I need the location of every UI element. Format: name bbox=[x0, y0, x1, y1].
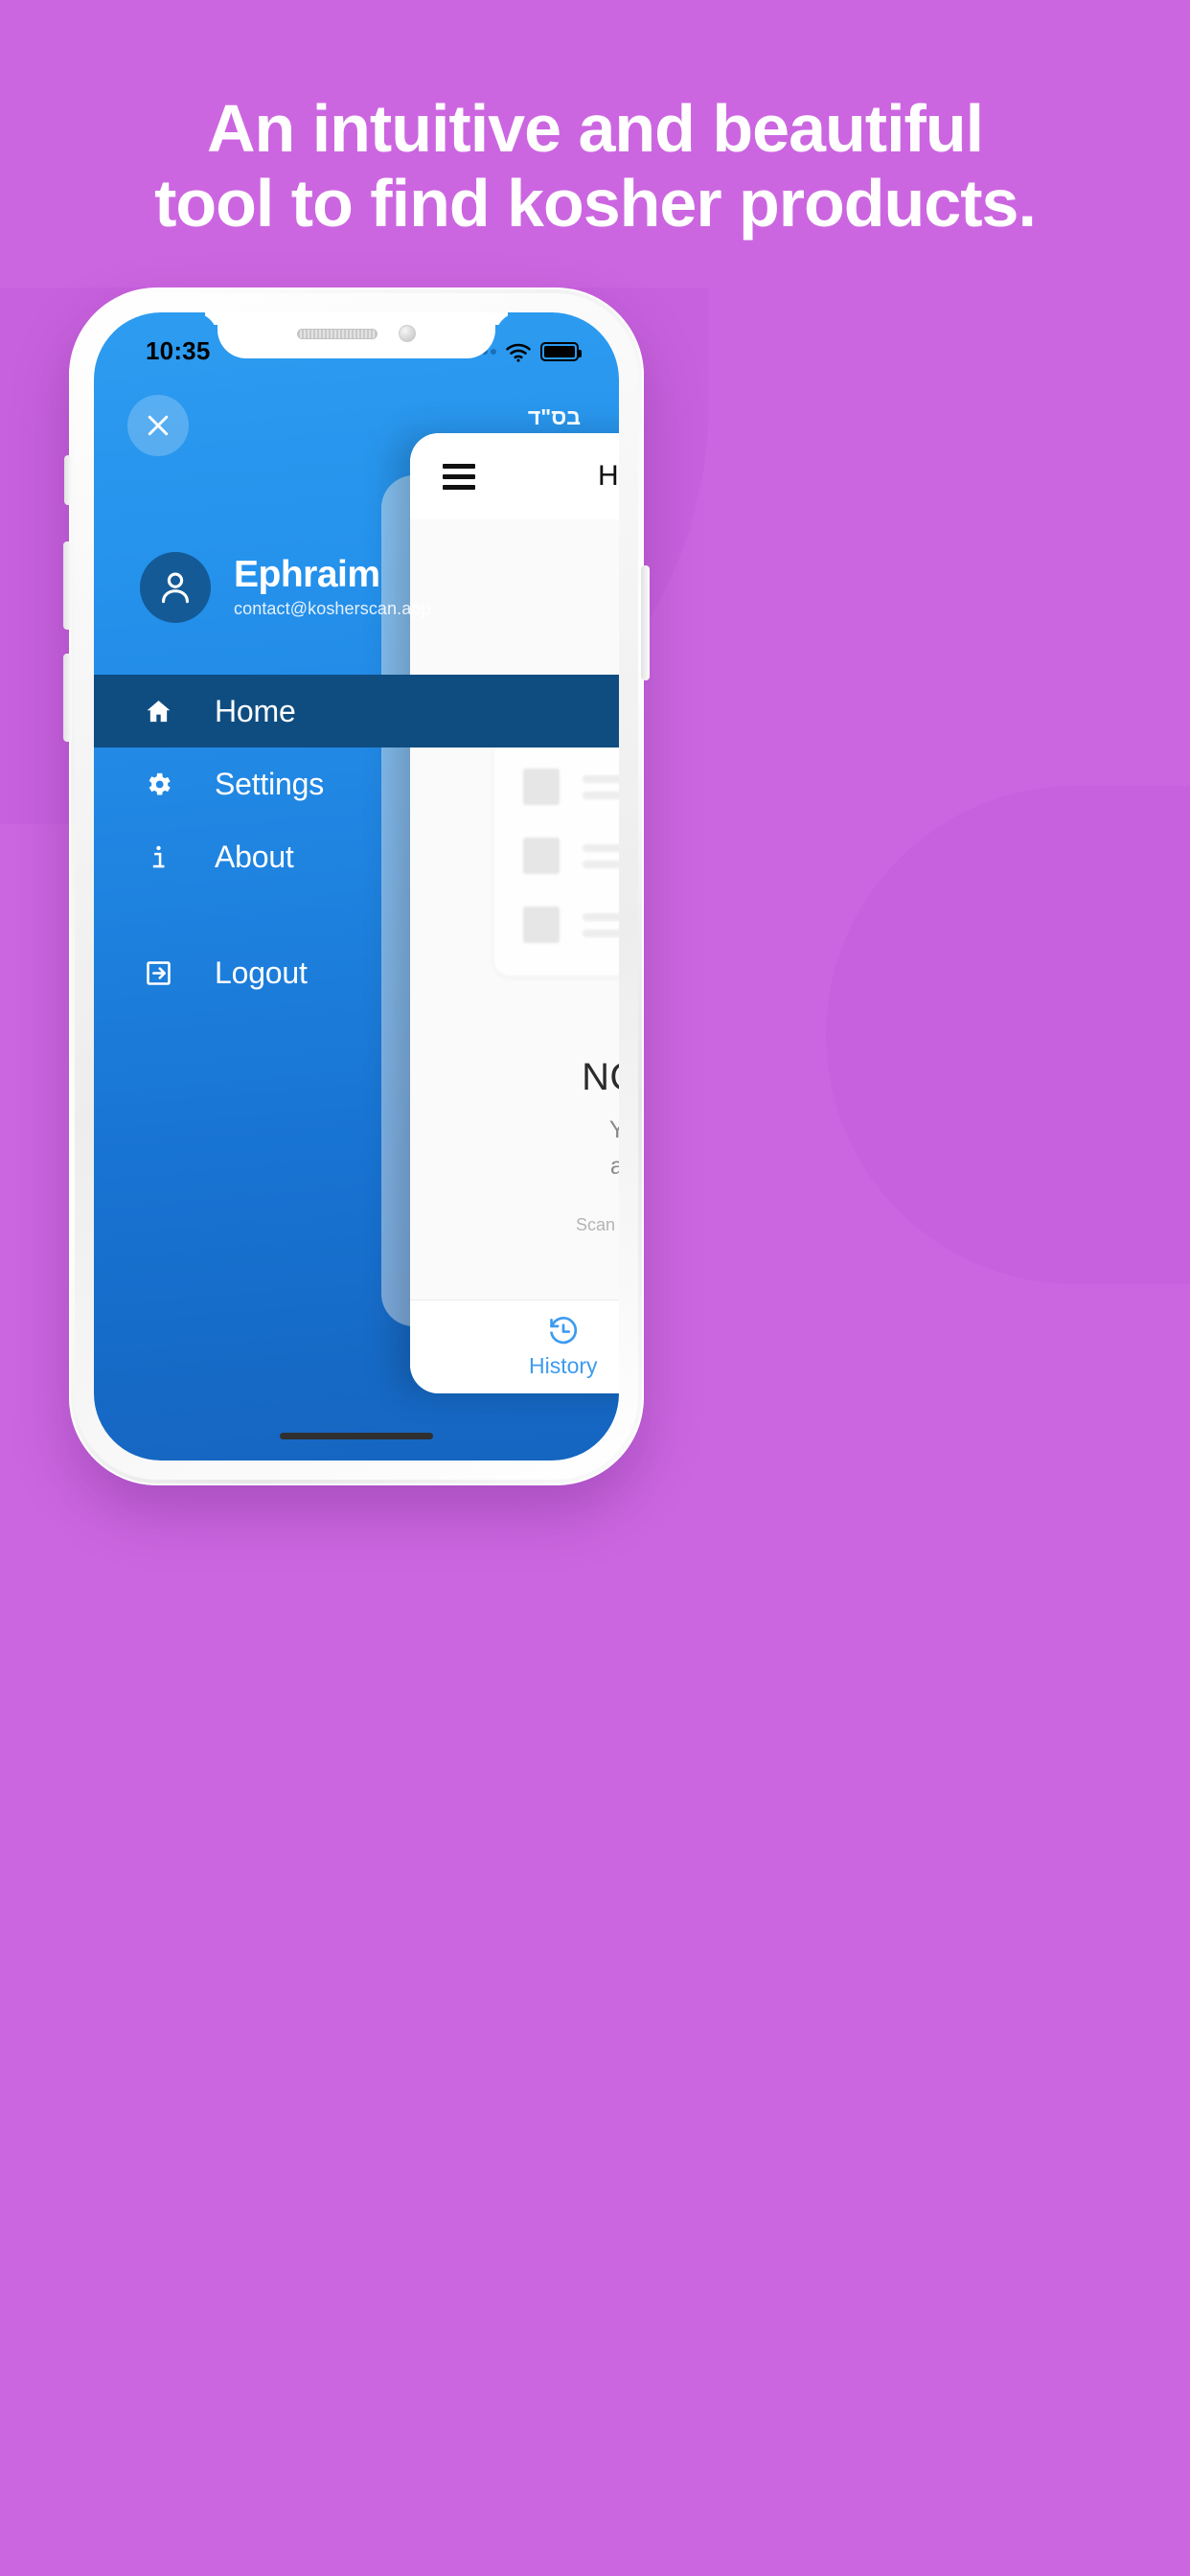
empty-state: NO P You any Scan the prod bbox=[410, 1056, 619, 1235]
home-indicator[interactable] bbox=[280, 1433, 433, 1439]
mute-switch-button[interactable] bbox=[64, 455, 72, 505]
front-camera bbox=[399, 325, 416, 342]
avatar bbox=[140, 552, 211, 623]
tab-history-label: History bbox=[529, 1353, 598, 1378]
phone-mockup: בס"ד Ephraim contact@kosherscan.app Home… bbox=[63, 288, 650, 1485]
empty-state-hint: Scan the prod bbox=[575, 1214, 619, 1234]
home-icon bbox=[144, 697, 188, 726]
gear-icon bbox=[144, 770, 188, 799]
status-bar-time: 10:35 bbox=[146, 335, 211, 365]
app-bar: H bbox=[410, 433, 619, 519]
profile-email: contact@kosherscan.app bbox=[234, 599, 431, 619]
volume-down-button[interactable] bbox=[63, 654, 72, 742]
page-title: H bbox=[598, 460, 619, 492]
empty-state-line-2: any bbox=[609, 1153, 619, 1181]
bottom-tab-bar: History bbox=[410, 1300, 619, 1393]
empty-state-line-1: You bbox=[608, 1116, 619, 1143]
power-button[interactable] bbox=[641, 565, 650, 680]
sidebar-item-home-label: Home bbox=[215, 693, 296, 728]
wifi-icon bbox=[506, 343, 531, 362]
bsd-label: בס"ד bbox=[527, 404, 581, 429]
tab-history[interactable]: History bbox=[529, 1315, 598, 1379]
phone-screen: בס"ד Ephraim contact@kosherscan.app Home… bbox=[94, 312, 619, 1460]
close-icon bbox=[148, 415, 169, 436]
sidebar-item-settings[interactable]: Settings bbox=[94, 748, 619, 820]
empty-state-title: NO P bbox=[582, 1056, 619, 1098]
sidebar-item-logout-label: Logout bbox=[215, 954, 308, 990]
battery-full-icon bbox=[540, 342, 582, 361]
background-blob-right bbox=[826, 786, 1190, 1284]
close-drawer-button[interactable] bbox=[127, 395, 189, 456]
sidebar-item-about-label: About bbox=[215, 839, 294, 874]
logout-icon bbox=[144, 958, 188, 988]
hamburger-menu-icon[interactable] bbox=[443, 458, 475, 495]
headline-line-2: tool to find kosher products. bbox=[154, 166, 1037, 242]
sidebar-item-settings-label: Settings bbox=[215, 766, 325, 801]
marketing-headline: An intuitive and beautiful tool to find … bbox=[0, 91, 1190, 242]
sidebar-item-about[interactable]: About bbox=[94, 820, 619, 893]
phone-notch bbox=[217, 312, 495, 358]
earpiece-speaker bbox=[297, 328, 378, 339]
profile-name: Ephraim bbox=[234, 553, 380, 595]
drawer-menu: Home Settings About Logout bbox=[94, 675, 619, 1009]
sidebar-item-home[interactable]: Home bbox=[94, 675, 619, 748]
volume-up-button[interactable] bbox=[63, 541, 72, 630]
drawer-profile[interactable]: Ephraim contact@kosherscan.app bbox=[140, 552, 431, 623]
hamburger-bar bbox=[443, 473, 475, 479]
hamburger-bar bbox=[443, 484, 475, 490]
hamburger-bar bbox=[443, 463, 475, 469]
person-icon bbox=[161, 572, 190, 604]
info-icon bbox=[144, 842, 188, 872]
history-clock-icon bbox=[549, 1317, 577, 1345]
headline-line-1: An intuitive and beautiful bbox=[206, 91, 984, 166]
sidebar-item-logout[interactable]: Logout bbox=[94, 936, 619, 1009]
